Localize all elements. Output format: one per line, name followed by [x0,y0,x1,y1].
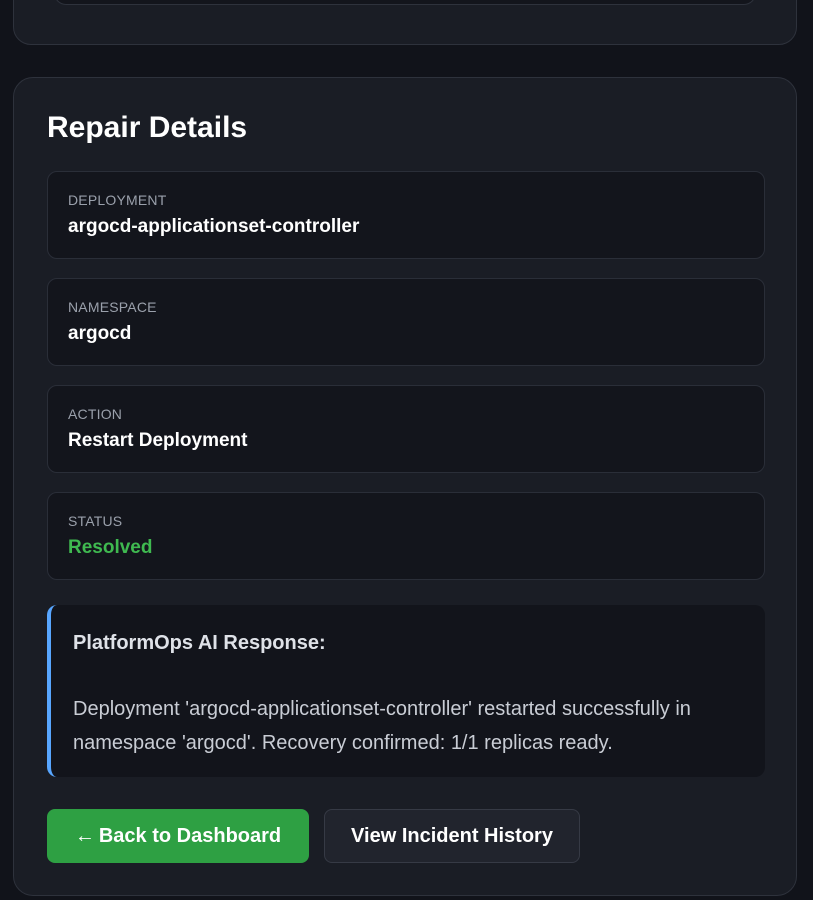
ai-response-text: Deployment 'argocd-applicationset-contro… [73,698,691,754]
action-field: ACTION Restart Deployment [47,385,765,473]
namespace-value: argocd [68,323,132,344]
status-label: STATUS [68,513,123,529]
ai-response-box: PlatformOps AI Response: Deployment 'arg… [47,605,765,777]
back-to-dashboard-label: Back to Dashboard [98,824,282,847]
namespace-label: NAMESPACE [68,299,157,315]
status-value: Resolved [68,537,153,558]
arrow-left-icon: ← [74,824,95,847]
previous-card-inner [54,0,756,5]
previous-card [13,0,797,45]
view-incident-history-label: View Incident History [351,824,553,847]
namespace-field: NAMESPACE argocd [47,278,765,366]
action-label: ACTION [68,406,123,422]
action-value: Restart Deployment [68,430,248,451]
back-to-dashboard-button[interactable]: ← Back to Dashboard [47,809,309,863]
deployment-value: argocd-applicationset-controller [68,216,360,237]
deployment-label: DEPLOYMENT [68,192,167,208]
view-incident-history-button[interactable]: View Incident History [324,809,580,863]
deployment-field: DEPLOYMENT argocd-applicationset-control… [47,171,765,259]
status-field: STATUS Resolved [47,492,765,580]
repair-details-card: Repair Details DEPLOYMENT argocd-applica… [13,77,797,896]
ai-response-title: PlatformOps AI Response: [73,632,326,654]
card-title: Repair Details [47,111,248,144]
